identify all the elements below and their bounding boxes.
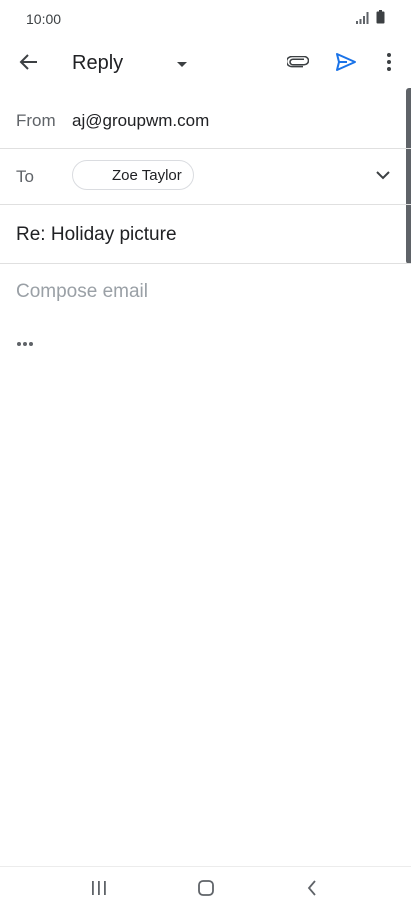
from-account[interactable]: aj@groupwm.com bbox=[72, 111, 209, 131]
home-icon bbox=[197, 879, 215, 902]
paperclip-icon bbox=[285, 55, 310, 73]
system-back-button[interactable] bbox=[292, 878, 332, 902]
recent-apps-button[interactable] bbox=[79, 878, 119, 902]
nav-divider bbox=[0, 866, 411, 867]
divider bbox=[0, 148, 411, 149]
reply-mode-dropdown[interactable] bbox=[172, 56, 192, 72]
from-label: From bbox=[16, 111, 56, 130]
recipient-chip[interactable]: Zoe Taylor bbox=[72, 160, 194, 190]
send-button[interactable] bbox=[332, 51, 360, 77]
expand-recipients-button[interactable] bbox=[372, 166, 394, 186]
back-arrow-icon bbox=[18, 53, 38, 76]
back-icon bbox=[306, 879, 318, 901]
subject-field[interactable]: Re: Holiday picture bbox=[16, 224, 177, 246]
compose-body-input[interactable]: Compose email bbox=[16, 281, 148, 303]
scrollbar-handle[interactable] bbox=[406, 88, 411, 264]
to-label: To bbox=[16, 167, 34, 186]
back-button[interactable] bbox=[14, 52, 42, 76]
status-time: 10:00 bbox=[26, 11, 62, 27]
show-quoted-text-button[interactable] bbox=[14, 336, 36, 350]
recent-apps-icon bbox=[91, 880, 107, 900]
home-button[interactable] bbox=[186, 878, 226, 902]
recipient-name: Zoe Taylor bbox=[112, 166, 182, 184]
signal-icon bbox=[356, 11, 370, 29]
status-icons bbox=[356, 10, 385, 29]
divider bbox=[0, 204, 411, 205]
battery-icon bbox=[376, 10, 385, 29]
attach-button[interactable] bbox=[284, 51, 312, 77]
divider bbox=[0, 263, 411, 264]
chevron-down-icon bbox=[376, 167, 390, 185]
ellipsis-icon bbox=[16, 334, 34, 352]
reply-mode-label[interactable]: Reply bbox=[72, 52, 123, 75]
dropdown-caret-icon bbox=[176, 55, 188, 73]
more-vert-icon bbox=[386, 52, 392, 77]
send-icon bbox=[335, 52, 357, 77]
more-options-button[interactable] bbox=[378, 51, 400, 77]
